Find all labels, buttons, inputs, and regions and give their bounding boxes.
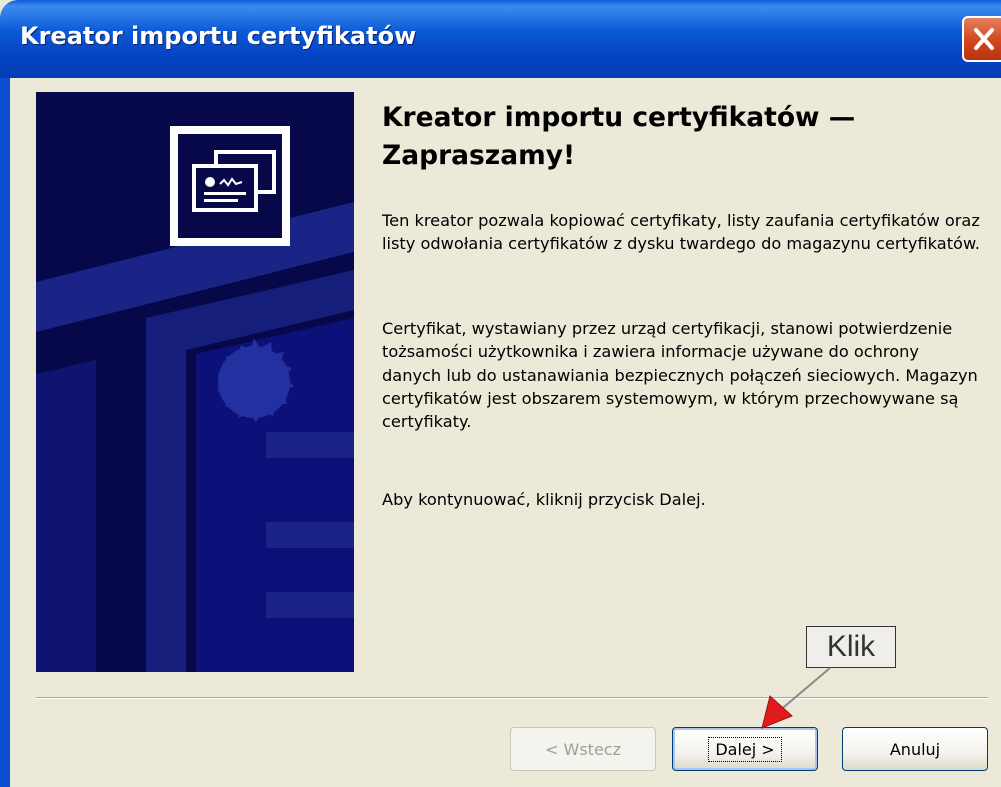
wizard-window: Kreator importu certyfikatów Kreator imp… [0,0,1001,787]
button-area-divider [36,697,988,699]
click-callout: Klik [806,626,896,668]
continue-instruction: Aby kontynuować, kliknij przycisk Dalej. [382,490,706,509]
window-frame-left [0,78,10,787]
close-icon [974,28,994,50]
heading-line-2: Zapraszamy! [382,140,576,171]
cancel-button-label: Anuluj [889,739,941,759]
back-button[interactable]: < Wstecz [510,727,656,771]
title-bar[interactable]: Kreator importu certyfikatów [0,0,1001,78]
wizard-heading: Kreator importu certyfikatów — Zapraszam… [382,99,972,175]
next-button[interactable]: Dalej > [672,727,818,771]
banner-graphic [36,92,354,672]
back-button-label: < Wstecz [545,739,621,759]
intro-paragraph: Ten kreator pozwala kopiować certyfikaty… [382,211,980,254]
certificate-icon [170,126,290,246]
heading-line-1: Kreator importu certyfikatów — [382,102,856,133]
wizard-banner [36,92,354,672]
cancel-button[interactable]: Anuluj [842,727,988,771]
callout-label: Klik [826,630,876,663]
close-button[interactable] [962,16,1001,62]
certificate-description-paragraph: Certyfikat, wystawiany przez urząd certy… [382,319,978,432]
window-title: Kreator importu certyfikatów [20,22,417,50]
next-button-label: Dalej > [708,736,782,762]
